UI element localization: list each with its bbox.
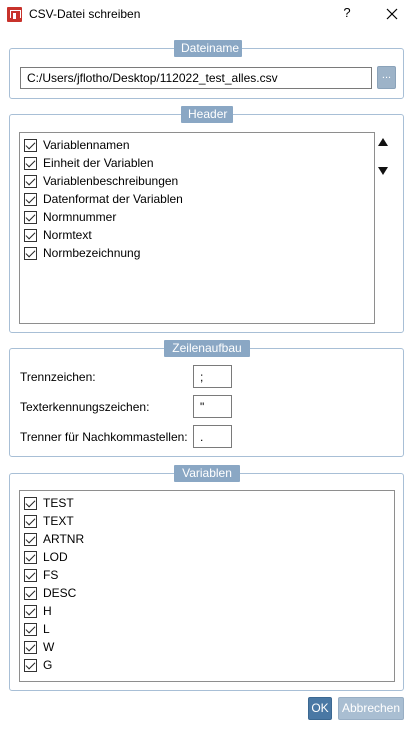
list-item-label: ARTNR [43, 532, 85, 546]
list-item[interactable]: H [24, 602, 52, 620]
checkbox[interactable] [24, 640, 37, 654]
triangle-down-icon [378, 167, 388, 175]
close-icon [386, 8, 398, 20]
list-item-label: LOD [43, 550, 68, 564]
checkbox[interactable] [24, 622, 37, 636]
list-item-label: Normnummer [43, 210, 117, 224]
dateiname-group: Dateiname ... [9, 40, 404, 99]
checkbox[interactable] [24, 550, 37, 564]
move-down-button[interactable] [376, 164, 390, 178]
list-item[interactable]: FS [24, 566, 58, 584]
title-bar: CSV-Datei schreiben ? [0, 0, 411, 30]
list-item-label: H [43, 604, 52, 618]
variablen-group: Variablen TEST TEXT ARTNR LOD FS DESC H L W G [9, 465, 404, 691]
zeilenaufbau-group: Zeilenaufbau Trennzeichen: Texterkennung… [9, 340, 404, 457]
list-item-label: Normbezeichnung [43, 246, 141, 260]
list-item[interactable]: Einheit der Variablen [24, 154, 154, 172]
checkbox[interactable] [24, 192, 37, 206]
list-item[interactable]: Normtext [24, 226, 92, 244]
move-up-button[interactable] [376, 135, 390, 149]
close-button[interactable] [381, 3, 403, 25]
trennzeichen-label: Trennzeichen: [20, 370, 96, 384]
checkbox[interactable] [24, 568, 37, 582]
checkbox[interactable] [24, 228, 37, 242]
checkbox[interactable] [24, 496, 37, 510]
list-item-label: TEST [43, 496, 74, 510]
list-item-label: DESC [43, 586, 77, 600]
ok-button[interactable]: OK [308, 697, 332, 720]
help-button[interactable]: ? [338, 5, 356, 23]
triangle-up-icon [378, 138, 388, 146]
list-item[interactable]: Normbezeichnung [24, 244, 140, 262]
list-item[interactable]: DESC [24, 584, 76, 602]
list-item[interactable]: Datenformat der Variablen [24, 190, 183, 208]
checkbox[interactable] [24, 532, 37, 546]
list-item-label: Variablennamen [43, 138, 130, 152]
list-item[interactable]: LOD [24, 548, 68, 566]
checkbox[interactable] [24, 604, 37, 618]
list-item[interactable]: Normnummer [24, 208, 116, 226]
nachkomma-label: Trenner für Nachkommastellen: [20, 430, 188, 444]
texterkennung-label: Texterkennungszeichen: [20, 400, 150, 414]
texterkennung-input[interactable] [193, 395, 232, 418]
checkbox[interactable] [24, 210, 37, 224]
list-item-label: Variablenbeschreibungen [43, 174, 179, 188]
variablen-legend: Variablen [174, 465, 240, 482]
list-item[interactable]: Variablenbeschreibungen [24, 172, 178, 190]
window-title: CSV-Datei schreiben [29, 7, 141, 21]
checkbox[interactable] [24, 246, 37, 260]
list-item-label: TEXT [43, 514, 74, 528]
header-group: Header Variablennamen Einheit der Variabl… [9, 106, 404, 333]
header-legend: Header [181, 106, 233, 123]
list-item-label: G [43, 658, 53, 672]
header-listbox[interactable]: Variablennamen Einheit der Variablen Varia… [19, 132, 375, 324]
checkbox[interactable] [24, 514, 37, 528]
file-path-input[interactable] [20, 67, 372, 89]
zeilenaufbau-legend: Zeilenaufbau [164, 340, 250, 357]
list-item-label: W [43, 640, 55, 654]
list-item-label: Datenformat der Variablen [43, 192, 183, 206]
checkbox[interactable] [24, 138, 37, 152]
nachkomma-input[interactable] [193, 425, 232, 448]
list-item-label: Einheit der Variablen [43, 156, 154, 170]
list-item-label: Normtext [43, 228, 92, 242]
dateiname-legend: Dateiname [174, 40, 242, 57]
list-item-label: L [43, 622, 50, 636]
list-item[interactable]: TEXT [24, 512, 74, 530]
trennzeichen-input[interactable] [193, 365, 232, 388]
browse-button[interactable]: ... [377, 66, 396, 89]
checkbox[interactable] [24, 174, 37, 188]
checkbox[interactable] [24, 658, 37, 672]
checkbox[interactable] [24, 156, 37, 170]
list-item[interactable]: G [24, 656, 52, 674]
list-item[interactable]: TEST [24, 494, 74, 512]
list-item[interactable]: Variablennamen [24, 136, 130, 154]
list-item[interactable]: L [24, 620, 50, 638]
list-item-label: FS [43, 568, 59, 582]
variablen-listbox[interactable]: TEST TEXT ARTNR LOD FS DESC H L W G [19, 490, 395, 682]
list-item[interactable]: ARTNR [24, 530, 84, 548]
cancel-button[interactable]: Abbrechen [338, 697, 404, 720]
checkbox[interactable] [24, 586, 37, 600]
app-logo-icon [7, 7, 22, 22]
list-item[interactable]: W [24, 638, 54, 656]
